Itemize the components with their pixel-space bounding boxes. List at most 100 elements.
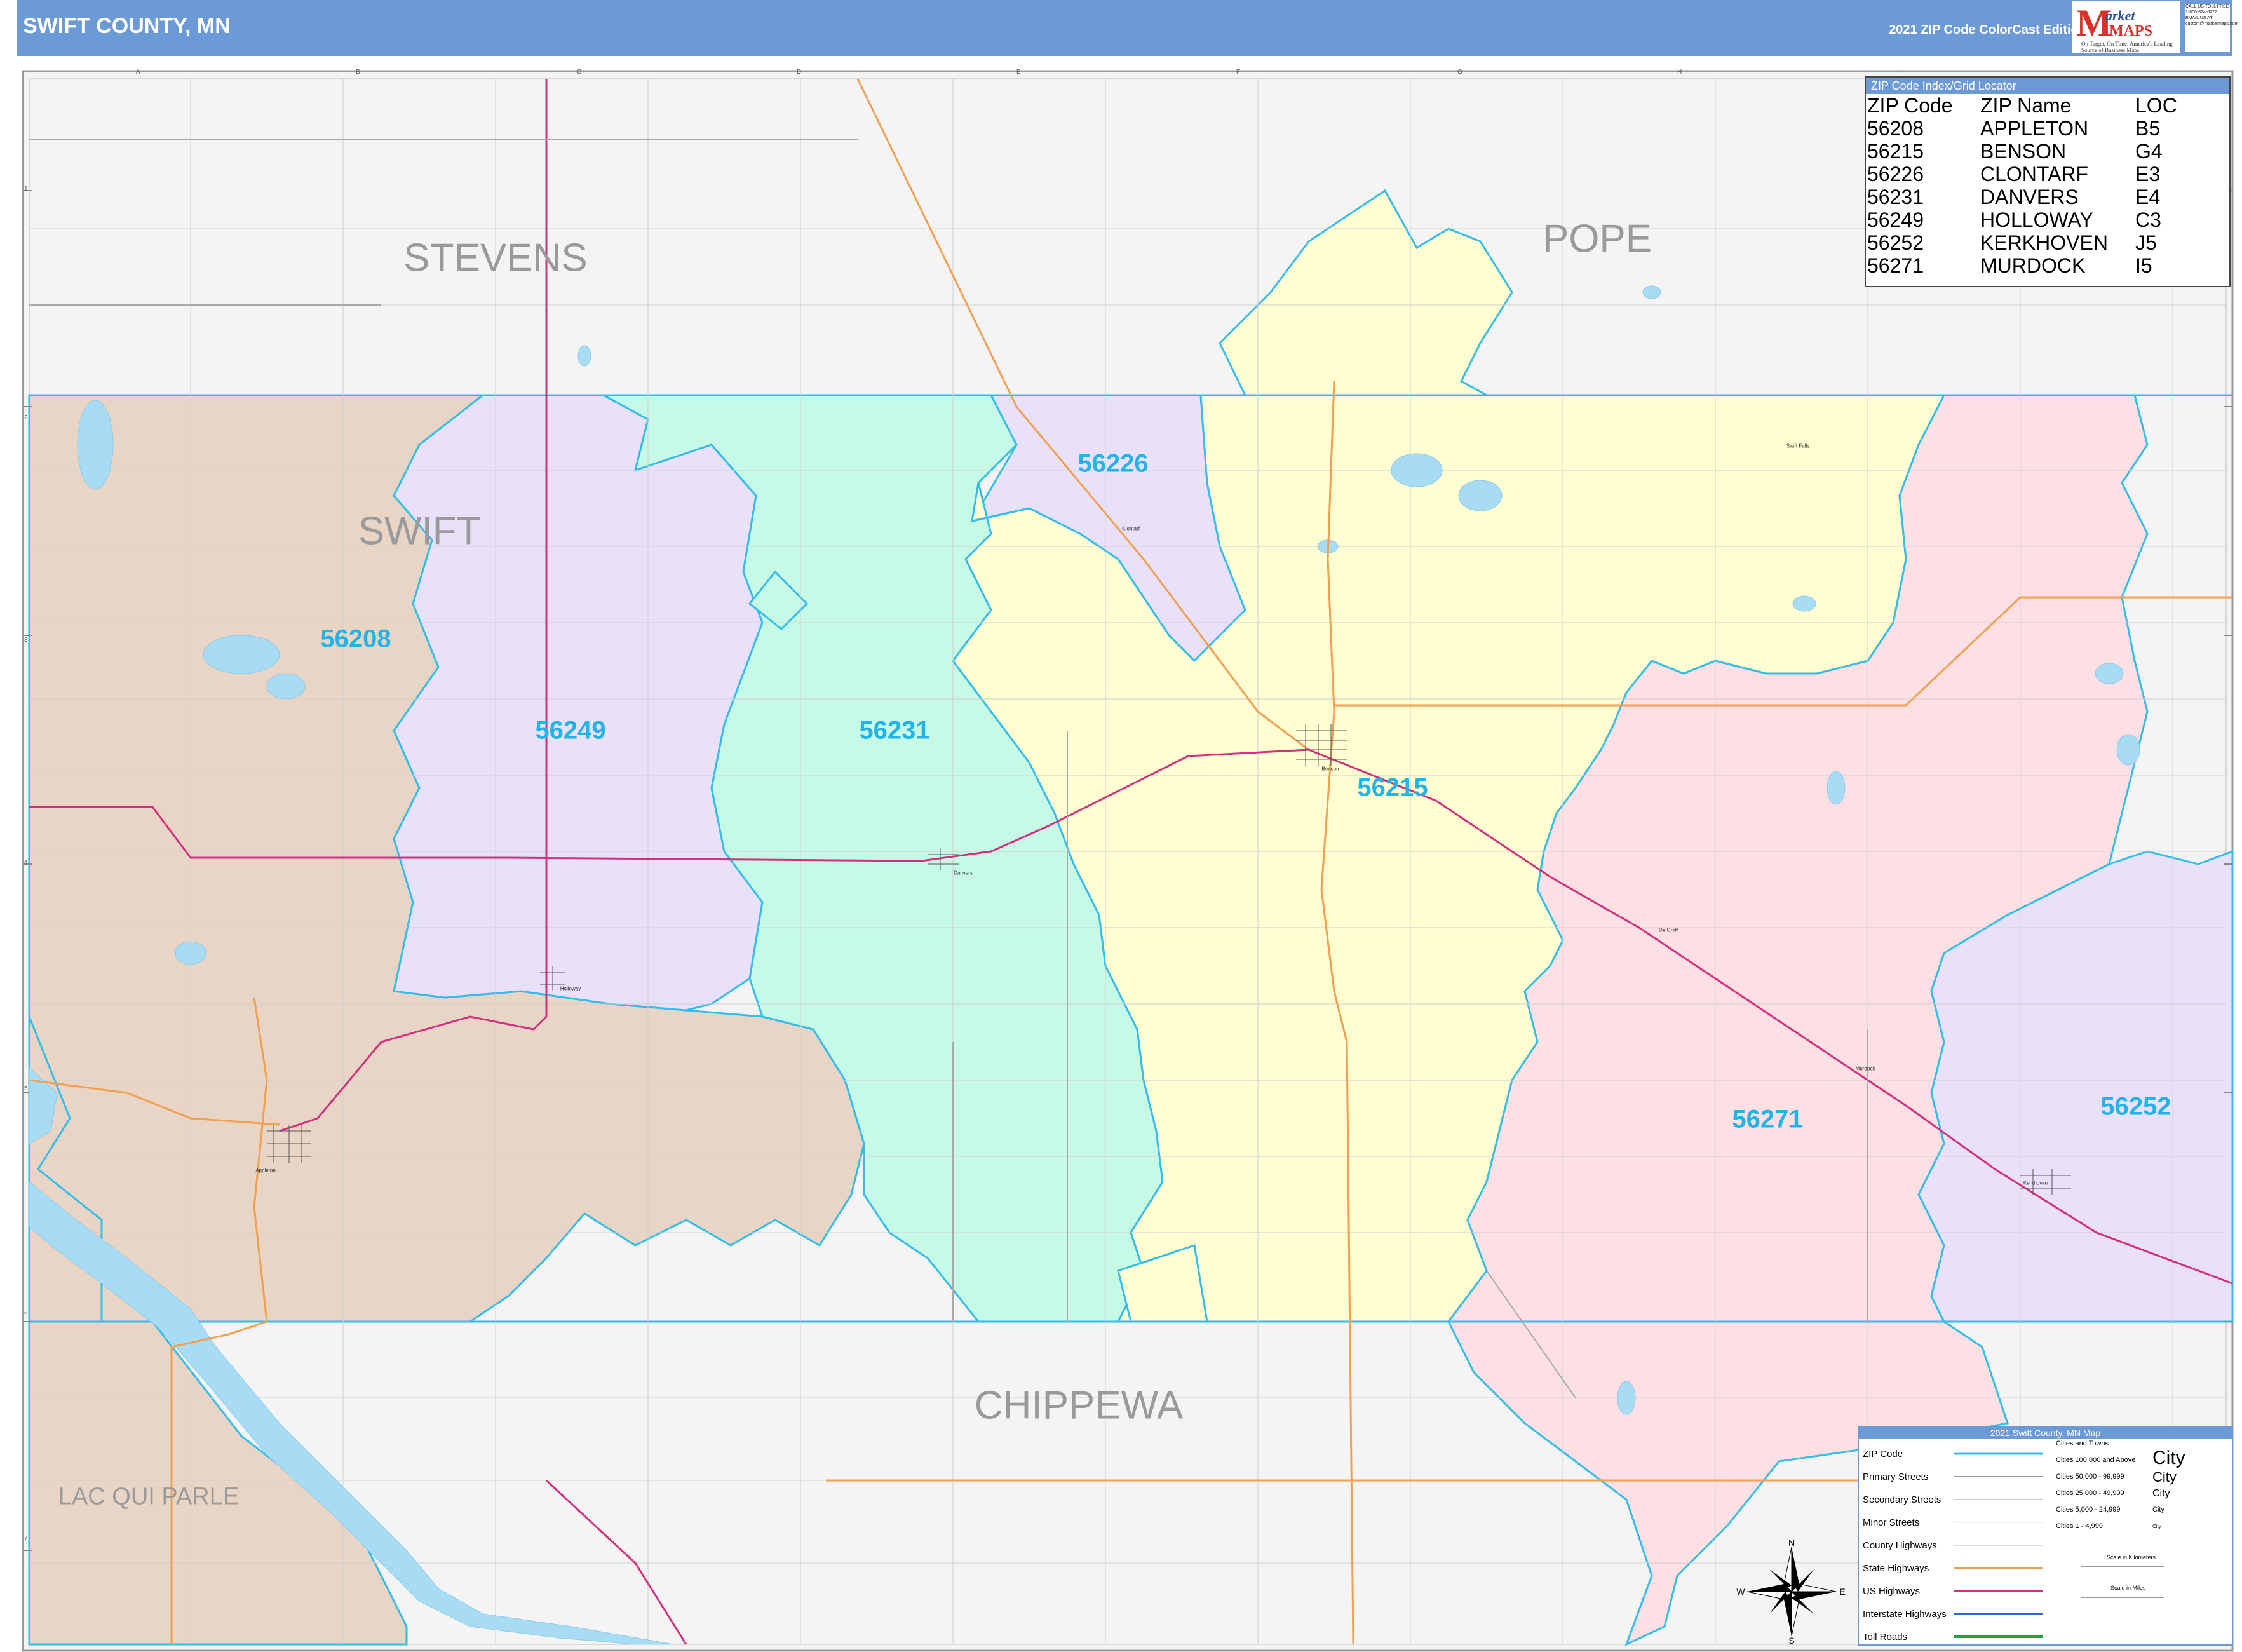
- loc-cell: C3: [2135, 208, 2161, 231]
- zip-cell: 56252: [1867, 231, 1924, 254]
- zip-cell: 56231: [1867, 186, 1924, 208]
- name-cell: APPLETON: [1980, 117, 2089, 140]
- town-label-danvers: Danvers: [954, 870, 973, 876]
- grid-col-label: I: [1897, 69, 1899, 76]
- lake: [266, 673, 306, 700]
- grid-col-label: H: [1677, 69, 1682, 76]
- lake: [577, 345, 591, 367]
- loc-cell: E4: [2135, 186, 2161, 208]
- zip-cell: 56226: [1867, 163, 1924, 186]
- grid-row-label: 5: [24, 1085, 28, 1092]
- lake: [1792, 595, 1816, 612]
- grid-row-label: 7: [24, 1535, 28, 1542]
- lake: [1617, 1381, 1636, 1415]
- grid-col-label: A: [136, 69, 140, 76]
- compass-east: E: [1839, 1587, 1846, 1597]
- grid-col-label: D: [797, 69, 802, 76]
- table-row[interactable]: 56208 APPLETON B5: [1867, 117, 2180, 140]
- legend-scale-mi: Scale in Miles: [2110, 1585, 2146, 1591]
- legend-city-class: Cities 25,000 - 49,999: [2056, 1489, 2124, 1497]
- name-cell: CLONTARF: [1980, 163, 2089, 186]
- legend-city-sample: City: [2152, 1524, 2161, 1529]
- zip-label-56208[interactable]: 56208: [320, 625, 391, 654]
- table-row[interactable]: 56249 HOLLOWAY C3: [1867, 208, 2180, 231]
- zip-index-title: ZIP Code Index/Grid Locator: [1866, 78, 2229, 94]
- zip-index-col-header: ZIP Code: [1867, 94, 1953, 117]
- grid-row-label: 4: [24, 859, 28, 866]
- legend-city-sample: City: [2152, 1469, 2177, 1485]
- zip-label-56226[interactable]: 56226: [1077, 450, 1148, 478]
- loc-cell: I5: [2135, 254, 2152, 277]
- grid-row-label: 2: [24, 414, 28, 421]
- table-row[interactable]: 56231 DANVERS E4: [1867, 186, 2180, 208]
- legend-city-sample: City: [2152, 1488, 2170, 1499]
- lake: [2095, 663, 2124, 684]
- loc-cell: E3: [2135, 163, 2161, 186]
- lake: [203, 635, 280, 674]
- compass-north: N: [1788, 1538, 1795, 1548]
- zip-index-col-header: LOC: [2135, 94, 2177, 117]
- table-row[interactable]: 56226 CLONTARF E3: [1867, 163, 2180, 186]
- lake: [175, 941, 206, 965]
- zip-label-56271[interactable]: 56271: [1732, 1106, 1802, 1134]
- grid-col-label: C: [577, 69, 582, 76]
- zip-index-col-header: ZIP Name: [1980, 94, 2072, 117]
- county-label-pope: POPE: [1542, 217, 1652, 261]
- legend-city-class: Cities 100,000 and Above: [2056, 1456, 2136, 1464]
- grid-col-label: G: [1457, 69, 1462, 76]
- zip-label-56231[interactable]: 56231: [859, 717, 929, 745]
- town-label-swift-falls: Swift Falls: [1786, 443, 1810, 449]
- legend-cities-title: Cities and Towns: [2056, 1440, 2109, 1447]
- county-label-lac-qui-parle: LAC QUI PARLE: [58, 1483, 240, 1510]
- zip-index-table: ZIP Code ZIP Name LOC 56208 APPLETON B5 56…: [1867, 94, 2180, 277]
- zip-label-56252[interactable]: 56252: [2100, 1093, 2171, 1121]
- town-label-holloway: Holloway: [560, 985, 581, 992]
- loc-cell: B5: [2135, 117, 2161, 140]
- legend-city-class: Cities 5,000 - 24,999: [2056, 1506, 2121, 1513]
- grid-col-label: B: [356, 69, 360, 76]
- zip-area-56249: [393, 394, 764, 1012]
- grid-col-label: E: [1016, 69, 1021, 76]
- zip-label-56215[interactable]: 56215: [1357, 774, 1428, 802]
- legend-city-sample: City: [2152, 1506, 2164, 1513]
- legend-city-sample: City: [2152, 1447, 2185, 1468]
- loc-cell: G4: [2135, 140, 2163, 163]
- zip-cell: 56208: [1867, 117, 1924, 140]
- grid-row-label: 3: [24, 637, 28, 644]
- grid-row-label: 1: [24, 186, 28, 193]
- name-cell: BENSON: [1980, 140, 2067, 163]
- legend-city-class: Cities 1 - 4,999: [2056, 1522, 2103, 1530]
- lake: [1642, 285, 1661, 299]
- name-cell: DANVERS: [1980, 186, 2079, 208]
- town-label-de-graff: De Graff: [1658, 927, 1678, 933]
- name-cell: MURDOCK: [1980, 254, 2086, 277]
- grid-row-label: 6: [24, 1310, 28, 1317]
- zip-index-header-row: ZIP Code ZIP Name LOC: [1867, 94, 2180, 117]
- lake: [1827, 771, 1846, 805]
- table-row[interactable]: 56271 MURDOCK I5: [1867, 254, 2180, 277]
- lake: [77, 400, 114, 490]
- legend-city-class: Cities 50,000 - 99,999: [2056, 1473, 2124, 1480]
- town-label-murdock: Murdock: [1855, 1066, 1875, 1072]
- loc-cell: J5: [2135, 231, 2157, 254]
- table-row[interactable]: 56252 KERKHOVEN J5: [1867, 231, 2180, 254]
- lake: [1458, 480, 1503, 511]
- zip-label-56249[interactable]: 56249: [535, 717, 605, 745]
- zip-cell: 56271: [1867, 254, 1924, 277]
- town-label-kerkhoven: Kerkhoven: [2023, 1180, 2048, 1186]
- name-cell: HOLLOWAY: [1980, 208, 2093, 231]
- zip-cell: 56215: [1867, 140, 1924, 163]
- county-label-chippewa: CHIPPEWA: [974, 1383, 1184, 1428]
- lake: [2116, 734, 2140, 766]
- zip-index-panel: ZIP Code Index/Grid Locator ZIP Code ZIP…: [1865, 76, 2231, 287]
- town-label-clontarf: Clontarf: [1121, 525, 1140, 532]
- county-label-stevens: STEVENS: [403, 236, 588, 280]
- table-row[interactable]: 56215 BENSON G4: [1867, 140, 2180, 163]
- compass-west: W: [1736, 1587, 1745, 1597]
- lake: [1391, 453, 1443, 487]
- name-cell: KERKHOVEN: [1980, 231, 2108, 254]
- town-label-appleton: Appleton: [255, 1167, 276, 1174]
- legend-scale-km: Scale in Kilometers: [2107, 1554, 2156, 1561]
- town-label-benson: Benson: [1321, 766, 1339, 772]
- county-label-swift: SWIFT: [358, 509, 481, 553]
